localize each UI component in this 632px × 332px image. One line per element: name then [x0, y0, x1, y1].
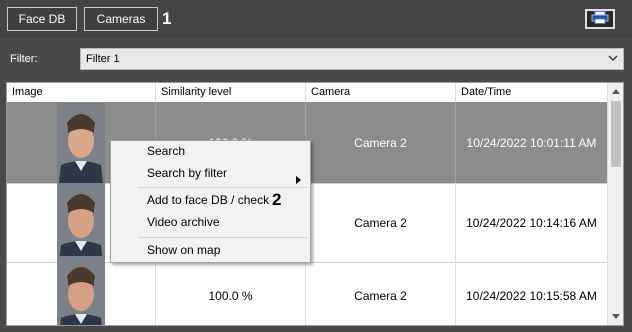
filter-label: Filter: — [10, 53, 38, 65]
column-header-camera[interactable]: Camera — [306, 83, 456, 102]
cameras-button[interactable]: Cameras — [84, 7, 158, 31]
callout-number-2: 2 — [272, 190, 282, 209]
face-thumbnail — [57, 102, 105, 183]
results-table: Image Similarity level Camera Date/Time … — [6, 82, 624, 326]
print-button[interactable] — [585, 9, 615, 29]
datetime-cell: 10/24/2022 10:15:58 AM — [466, 289, 597, 303]
menu-item-show-on-map[interactable]: Show on map — [112, 240, 309, 261]
menu-item-search-by-filter[interactable]: Search by filter — [112, 163, 309, 184]
similarity-cell: 100.0 % — [156, 262, 306, 325]
face-thumbnail — [57, 182, 105, 263]
table-header: Image Similarity level Camera Date/Time — [7, 83, 607, 103]
vertical-scrollbar[interactable] — [607, 83, 623, 325]
column-header-image[interactable]: Image — [7, 83, 156, 102]
scroll-up-button[interactable] — [608, 83, 623, 99]
column-header-similarity[interactable]: Similarity level — [156, 83, 306, 102]
printer-icon — [591, 11, 609, 27]
callout-number-1: 1 — [162, 9, 172, 28]
face-thumbnail — [57, 256, 105, 325]
menu-separator — [138, 237, 308, 238]
camera-cell: Camera 2 — [306, 183, 456, 262]
menu-item-search[interactable]: Search — [112, 141, 309, 162]
menu-item-label: Search by filter — [147, 166, 228, 180]
camera-cell: Camera 2 — [306, 102, 456, 183]
filter-row: Filter: Filter 1 — [0, 44, 632, 74]
face-db-button[interactable]: Face DB — [7, 7, 77, 31]
scrollbar-thumb[interactable] — [611, 101, 621, 167]
chevron-down-icon — [612, 314, 620, 319]
datetime-cell: 10/24/2022 10:01:11 AM — [466, 135, 597, 150]
toolbar: Face DB Cameras 1 — [0, 0, 632, 38]
filter-value: Filter 1 — [86, 53, 120, 65]
datetime-cell: 10/24/2022 10:14:16 AM — [466, 215, 597, 230]
filter-dropdown[interactable]: Filter 1 — [80, 48, 624, 70]
menu-separator — [138, 187, 308, 188]
chevron-up-icon — [612, 89, 620, 94]
chevron-down-icon — [607, 52, 619, 67]
menu-item-video-archive[interactable]: Video archive — [112, 212, 309, 233]
column-header-datetime[interactable]: Date/Time — [456, 83, 607, 102]
table-row[interactable]: 100.0 % Camera 2 10/24/2022 10:15:58 AM — [7, 256, 607, 325]
camera-cell: Camera 2 — [306, 262, 456, 325]
scroll-down-button[interactable] — [608, 309, 623, 325]
image-cell — [7, 256, 156, 325]
